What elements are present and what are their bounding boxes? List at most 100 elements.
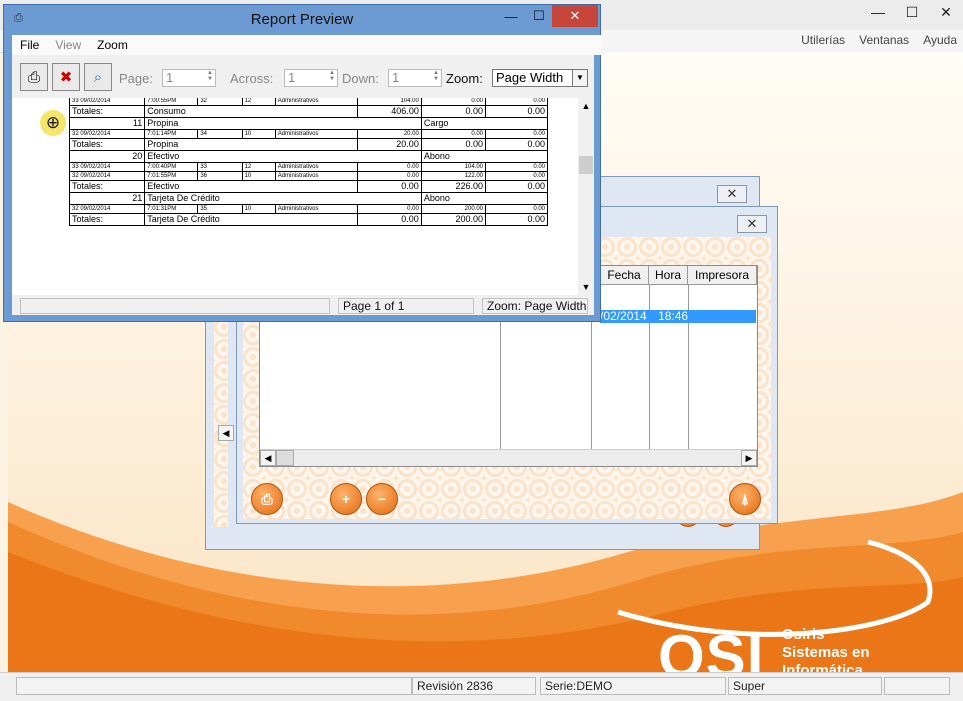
rp-menu-file[interactable]: File (20, 35, 39, 55)
back-window-pattern (214, 317, 228, 527)
report-cell: 104.00 (420, 162, 487, 172)
rp-scroll-thumb[interactable] (579, 156, 593, 174)
selected-row-fecha: /02/2014 (600, 309, 647, 323)
report-cell: 35 (197, 204, 243, 214)
report-cell: 0.00 (356, 171, 422, 181)
back-window-scroll-left[interactable]: ◀ (218, 425, 234, 441)
report-cell: Administrativos (274, 129, 358, 139)
report-cell: Administrativos (274, 204, 358, 214)
rp-scroll-up[interactable]: ▲ (578, 98, 594, 114)
report-cell: Efectivo (144, 150, 422, 163)
osi-logo-line2: Sistemas en (782, 644, 870, 661)
back-window-close-button[interactable]: ✕ (717, 185, 747, 203)
rp-menu-bar: File View Zoom (12, 35, 602, 55)
rp-print-button[interactable]: ⎙ (20, 63, 48, 91)
grid-header-fecha[interactable]: Fecha (600, 266, 649, 285)
report-cell: 20.00 (356, 129, 422, 139)
rp-vertical-scrollbar[interactable]: ▲ ▼ (578, 98, 594, 295)
report-cell: 12 (241, 98, 276, 106)
down-spinner[interactable]: 1 (388, 69, 442, 87)
app-close-button[interactable]: ✕ (929, 0, 963, 24)
report-page-area[interactable]: 33 09/02/2014 7:00:55PM 32 12 Administrativo… (12, 98, 594, 295)
report-preview-title-bar[interactable]: ⎙ Report Preview — ☐ ✕ (4, 5, 600, 33)
report-cell: Totales: (68, 105, 146, 118)
app-minimize-button[interactable]: — (861, 0, 895, 24)
app-status-bar: Revisión 2836 Serie:DEMO Super (0, 672, 963, 701)
rp-scroll-down[interactable]: ▼ (578, 279, 594, 295)
report-cell: 36 (197, 171, 243, 181)
grid-scroll-thumb[interactable] (276, 450, 294, 466)
rp-close-button[interactable]: ✕ (552, 5, 598, 27)
rp-status-page: Page 1 of 1 (338, 298, 474, 314)
report-cell: Consumo (144, 105, 358, 118)
rp-minimize-button[interactable]: — (498, 5, 524, 27)
down-label: Down: (342, 71, 379, 86)
report-cell: Tarjeta De Crédito (144, 213, 358, 226)
print-button[interactable]: ⎙ (251, 483, 283, 515)
rp-menu-view[interactable]: View (55, 35, 81, 55)
report-row-total: Totales: Consumo 406.00 0.00 0.00 (68, 105, 548, 118)
report-row-small: 33 09/02/2014 7:00:55PM 32 12 Administrativo… (68, 98, 548, 106)
report-cell: 0.00 (485, 180, 548, 193)
report-cell: 12 (241, 162, 276, 172)
grid-header-hora[interactable]: Hora (649, 266, 688, 285)
across-label: Across: (230, 71, 274, 86)
grid-column-divider (688, 284, 689, 450)
report-cell: 122.00 (420, 171, 487, 181)
report-cell: Abono (420, 192, 549, 205)
report-cell: 10 (241, 204, 276, 214)
rp-find-button[interactable]: ⌕ (84, 63, 112, 91)
report-row-total: Totales: Propina 20.00 0.00 0.00 (68, 138, 548, 151)
report-cell: Administrativos (274, 98, 358, 106)
report-cell: Totales: (68, 180, 146, 193)
report-cell: 20.00 (356, 138, 422, 151)
report-cell: Tarjeta De Crédito (144, 192, 422, 205)
report-cell: 0.00 (485, 129, 548, 139)
report-cell: 200.00 (420, 213, 487, 226)
app-window-controls: — ☐ ✕ (861, 0, 963, 26)
grid-horizontal-scrollbar[interactable]: ◀ ▶ (260, 449, 757, 466)
report-cell: 0.00 (420, 138, 487, 151)
grid-scroll-left-button[interactable]: ◀ (260, 450, 276, 466)
report-cell: Cargo (420, 117, 549, 130)
zoom-select[interactable]: Page Width ▼ (492, 69, 588, 87)
zoom-in-button[interactable]: + (330, 483, 362, 515)
report-cell: 7:00:55PM (144, 98, 199, 106)
menu-ayuda[interactable]: Ayuda (923, 33, 957, 47)
menu-ventanas[interactable]: Ventanas (859, 33, 909, 47)
rp-menu-zoom[interactable]: Zoom (97, 35, 128, 55)
report-cell: 21 (68, 192, 146, 205)
report-cell: 0.00 (485, 213, 548, 226)
grid-selected-row[interactable]: /02/2014 18:46 (600, 310, 756, 323)
report-cell: 33 09/02/2014 (68, 162, 146, 172)
report-cell: Totales: (68, 138, 146, 151)
report-preview-client: File View Zoom ⎙ ✖ ⌕ Page: 1 Across: 1 D… (12, 35, 602, 315)
across-spinner[interactable]: 1 (284, 69, 338, 87)
rp-maximize-button[interactable]: ☐ (526, 5, 552, 27)
app-maximize-button[interactable]: ☐ (895, 0, 929, 24)
grid-header-impresora[interactable]: Impresora (688, 266, 757, 285)
report-cell: 0.00 (356, 180, 422, 193)
report-cell: 0.00 (356, 162, 422, 172)
report-cell: 406.00 (356, 105, 422, 118)
report-row-total: Totales: Efectivo 0.00 226.00 0.00 (68, 180, 548, 193)
report-cell: 34 (197, 129, 243, 139)
osi-logo-text: OSI (658, 623, 765, 672)
report-cell: 11 (68, 117, 146, 130)
rp-close-report-button[interactable]: ✖ (52, 63, 80, 91)
page-spinner[interactable]: 1 (162, 69, 216, 87)
report-cell: 10 (241, 171, 276, 181)
grid-scroll-right-button[interactable]: ▶ (741, 450, 757, 466)
close-icon: ✖ (59, 69, 73, 86)
report-cell: 7:01:31PM (144, 204, 199, 214)
report-row-group: 20 Efectivo Abono (68, 150, 549, 163)
status-serie: Serie:DEMO (540, 677, 726, 695)
exit-button[interactable]: ⍋ (729, 483, 761, 515)
zoom-out-button[interactable]: − (366, 483, 398, 515)
menu-utilerias[interactable]: Utilerías (801, 33, 845, 47)
zoom-cursor-icon: ⊕ (40, 110, 66, 136)
report-cell: 7:01:14PM (144, 129, 199, 139)
report-cell: 0.00 (420, 98, 487, 106)
front-window-close-button[interactable]: ✕ (737, 215, 767, 233)
report-table: 33 09/02/2014 7:00:55PM 32 12 Administrativo… (68, 98, 549, 226)
